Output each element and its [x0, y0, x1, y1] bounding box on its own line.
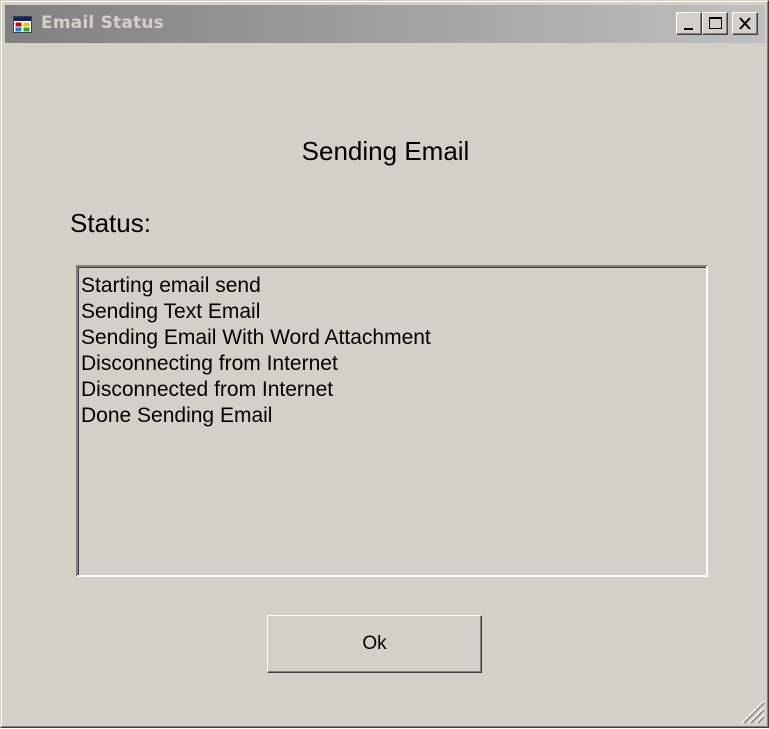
- close-icon: [739, 17, 751, 30]
- window-title: Email Status: [41, 13, 164, 33]
- sending-email-heading: Sending Email: [301, 136, 470, 166]
- log-line: Sending Email With Word Attachment: [81, 326, 431, 349]
- title-bar[interactable]: Email Status: [5, 5, 765, 43]
- log-line: Starting email send: [81, 274, 261, 297]
- email-status-window: Email Status Sending Email Status: Start…: [0, 0, 769, 728]
- application-window-icon[interactable]: [13, 15, 33, 35]
- log-line: Disconnected from Internet: [81, 378, 334, 401]
- status-log-box[interactable]: Starting email send Sending Text Email S…: [76, 265, 708, 577]
- log-line: Sending Text Email: [81, 300, 261, 323]
- ok-button[interactable]: Ok: [267, 615, 482, 673]
- maximize-icon: [709, 17, 722, 29]
- status-label: Status:: [70, 208, 151, 238]
- minimize-button[interactable]: [676, 12, 702, 35]
- minimize-icon: [684, 28, 693, 30]
- close-button[interactable]: [732, 12, 758, 35]
- log-line: Done Sending Email: [81, 404, 273, 427]
- resize-grip-icon[interactable]: [739, 698, 765, 724]
- maximize-button[interactable]: [702, 12, 728, 35]
- log-line: Disconnecting from Internet: [81, 352, 338, 375]
